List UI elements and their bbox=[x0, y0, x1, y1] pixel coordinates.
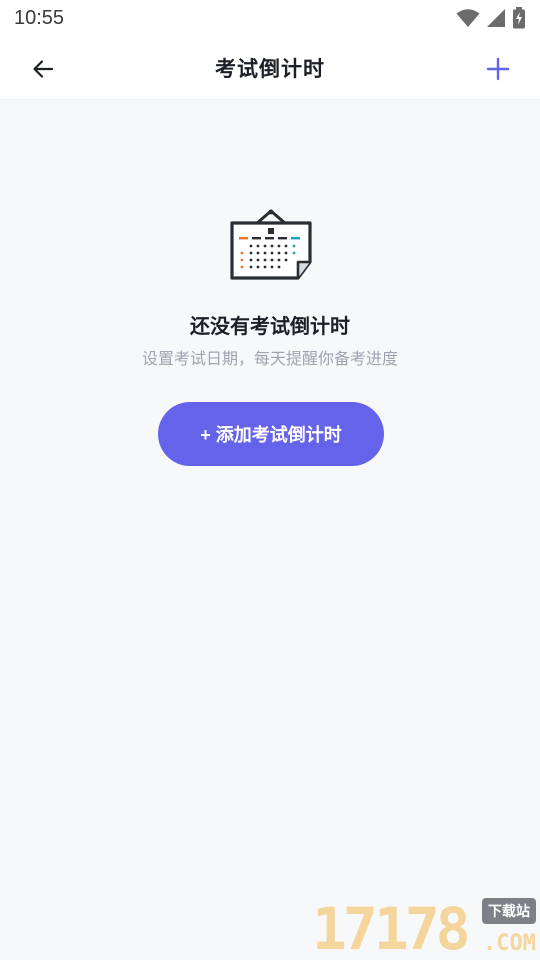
status-icons bbox=[456, 7, 526, 29]
watermark-tag: 下载站 bbox=[482, 898, 536, 924]
empty-state-title: 还没有考试倒计时 bbox=[190, 314, 350, 338]
cellular-signal-icon bbox=[487, 9, 505, 27]
back-button[interactable] bbox=[26, 52, 60, 86]
plus-icon bbox=[486, 57, 510, 81]
watermark-logo: 17178 下载站 .COM bbox=[312, 896, 540, 960]
watermark-suffix: .COM bbox=[483, 931, 536, 956]
watermark-number: 17178 bbox=[312, 895, 471, 960]
page-title: 考试倒计时 bbox=[215, 56, 325, 81]
empty-state-subtitle: 设置考试日期，每天提醒你备考进度 bbox=[141, 349, 398, 368]
calendar-icon bbox=[230, 209, 312, 280]
nav-bar: 考试倒计时 bbox=[0, 36, 540, 100]
status-bar: 10:55 bbox=[0, 0, 540, 36]
add-button[interactable] bbox=[480, 51, 516, 87]
add-countdown-button[interactable]: + 添加考试倒计时 bbox=[158, 402, 384, 466]
wifi-icon bbox=[456, 9, 480, 27]
arrow-left-icon bbox=[33, 60, 54, 78]
status-time: 10:55 bbox=[14, 6, 65, 29]
battery-icon bbox=[513, 7, 525, 29]
